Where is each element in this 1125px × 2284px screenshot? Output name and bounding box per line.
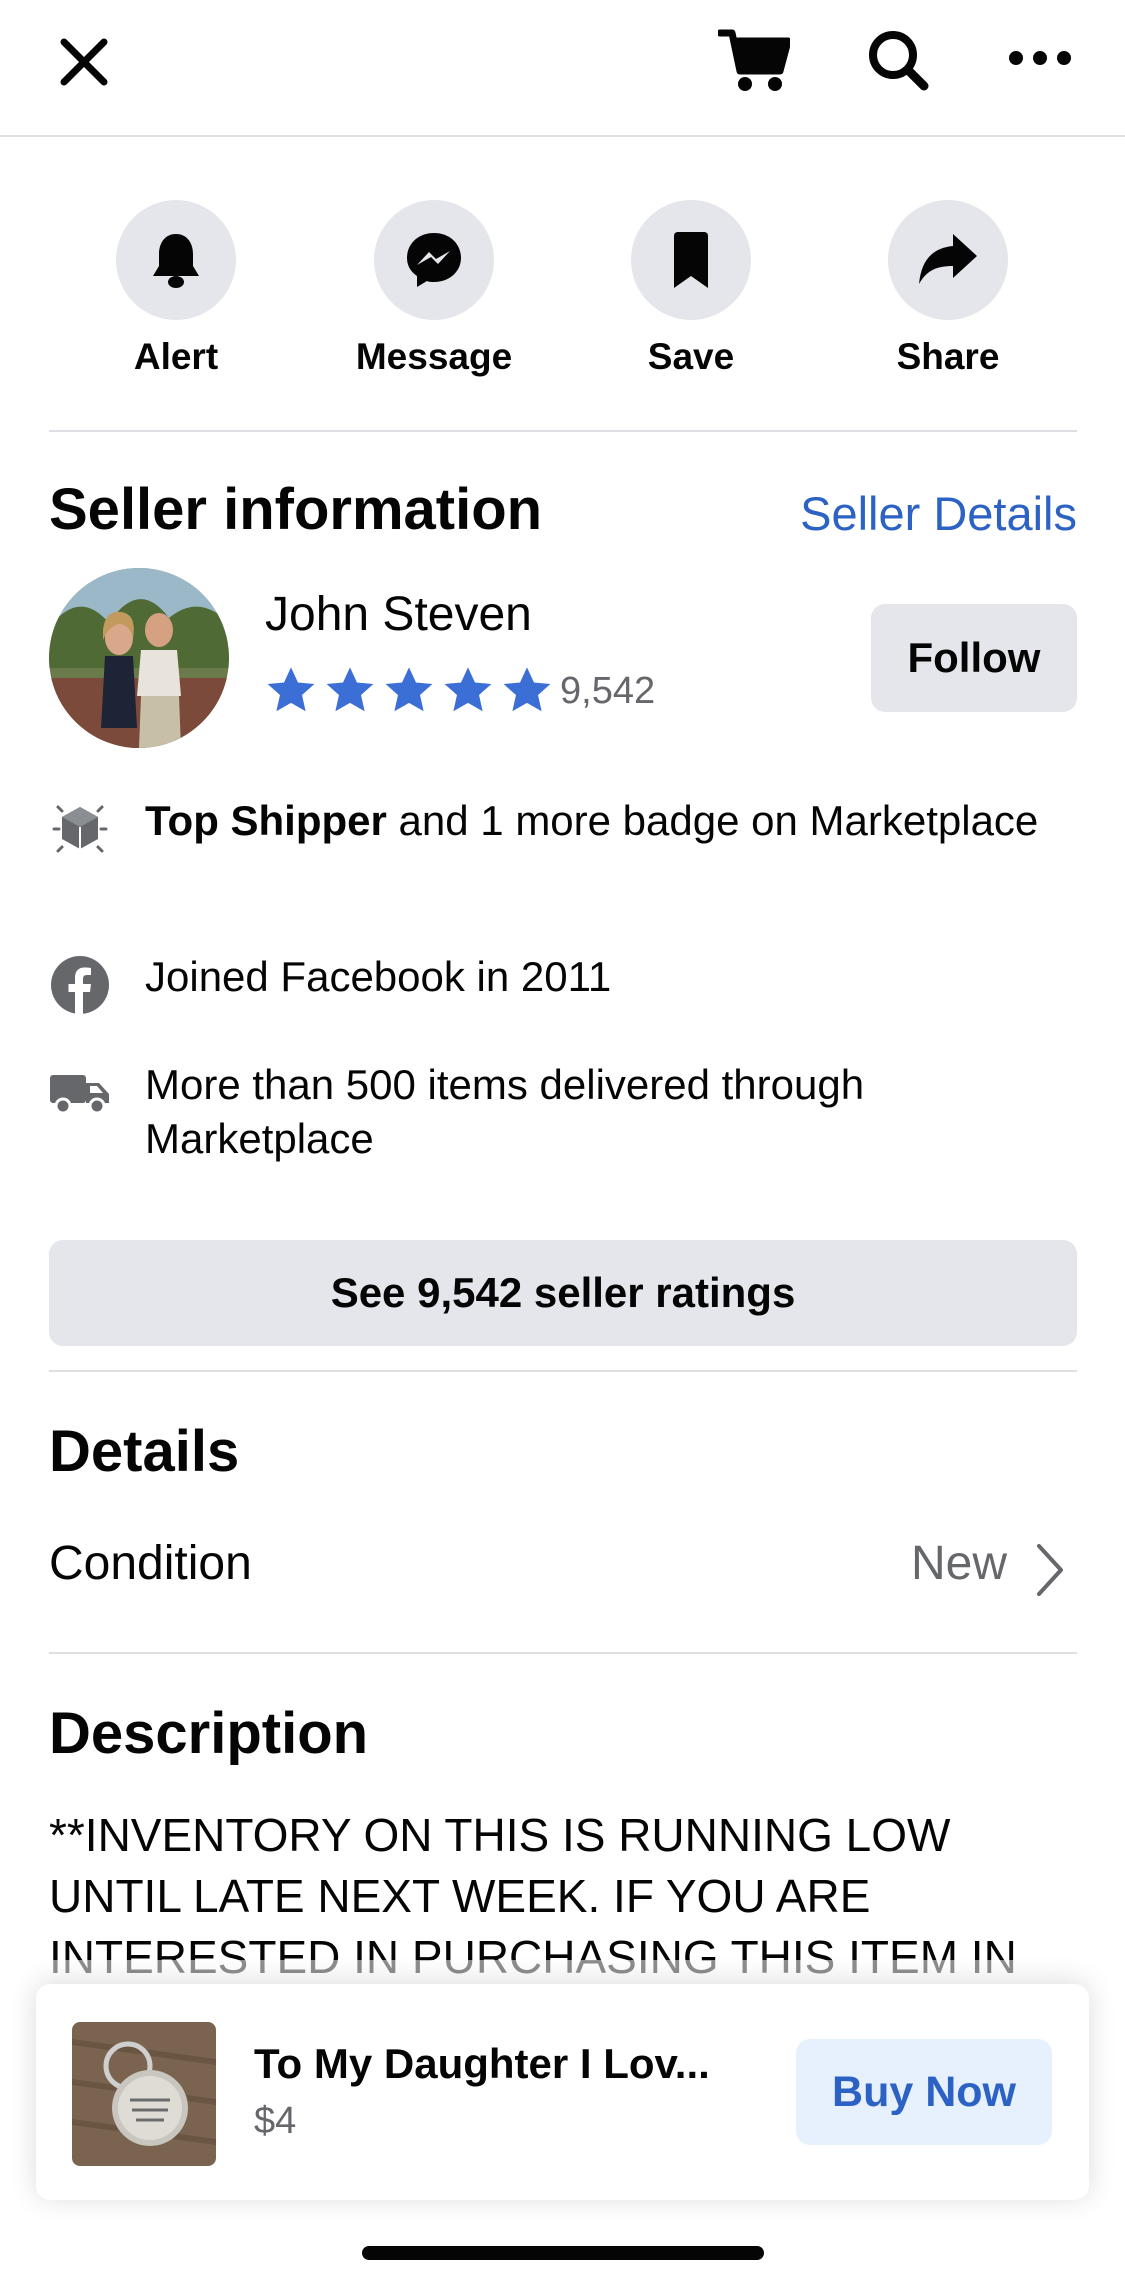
star-icon [503,667,551,712]
star-icon [267,667,315,712]
save-label: Save [647,336,735,377]
message-label: Message [355,336,513,377]
alert-label: Alert [133,336,219,377]
follow-button[interactable]: Follow [871,604,1077,712]
product-title[interactable]: To My Daughter I Lov... [254,2040,710,2088]
details-title: Details [49,1419,240,1484]
search-icon[interactable] [862,24,934,96]
home-indicator[interactable] [362,2246,764,2260]
seller-information-title: Seller information [49,477,543,542]
description-title: Description [49,1701,369,1766]
chevron-right-icon [1037,1544,1063,1596]
top-bar [0,0,1125,137]
bookmark-icon [631,200,751,320]
star-rating[interactable]: 9,542 [263,664,655,718]
seller-name[interactable]: John Steven [265,587,532,642]
joined-text: Joined Facebook in 2011 [145,953,612,1000]
seller-details-link[interactable]: Seller Details [800,486,1077,541]
see-seller-ratings-button[interactable]: See 9,542 seller ratings [49,1240,1077,1346]
delivered-text: More than 500 items delivered through Ma… [145,1061,865,1162]
share-icon [888,200,1008,320]
avatar[interactable] [49,568,229,748]
buy-now-button[interactable]: Buy Now [796,2039,1052,2145]
divider [49,1370,1077,1372]
star-icon [444,667,492,712]
condition-label: Condition [49,1537,252,1590]
star-icon [385,667,433,712]
condition-value: New [910,1537,1007,1590]
divider [49,430,1077,432]
cart-icon[interactable] [716,24,792,96]
alert-button[interactable]: Alert [86,200,266,378]
divider [49,1652,1077,1654]
condition-row[interactable]: Condition New [49,1530,1077,1600]
badge-name: Top Shipper [145,797,387,844]
shipper-badge-icon [49,798,111,860]
messenger-icon [374,200,494,320]
truck-icon [49,1062,111,1124]
share-label: Share [896,336,1000,377]
badge-rest: and 1 more badge on Marketplace [386,797,1039,844]
facebook-icon [49,954,111,1016]
save-button[interactable]: Save [601,200,781,378]
action-bar: Alert Message Save Share [0,200,1125,380]
product-card[interactable]: To My Daughter I Lov... $4 Buy Now [36,1984,1089,2200]
rating-count: 9,542 [560,669,656,712]
product-price: $4 [254,2100,297,2142]
message-button[interactable]: Message [344,200,524,378]
product-thumbnail[interactable] [72,2022,216,2166]
star-icon [326,667,374,712]
close-icon[interactable] [50,28,118,96]
badge-text: Top Shipper and 1 more badge on Marketpl… [145,794,1045,848]
bell-icon [116,200,236,320]
share-button[interactable]: Share [858,200,1038,378]
more-icon[interactable] [1004,28,1076,88]
